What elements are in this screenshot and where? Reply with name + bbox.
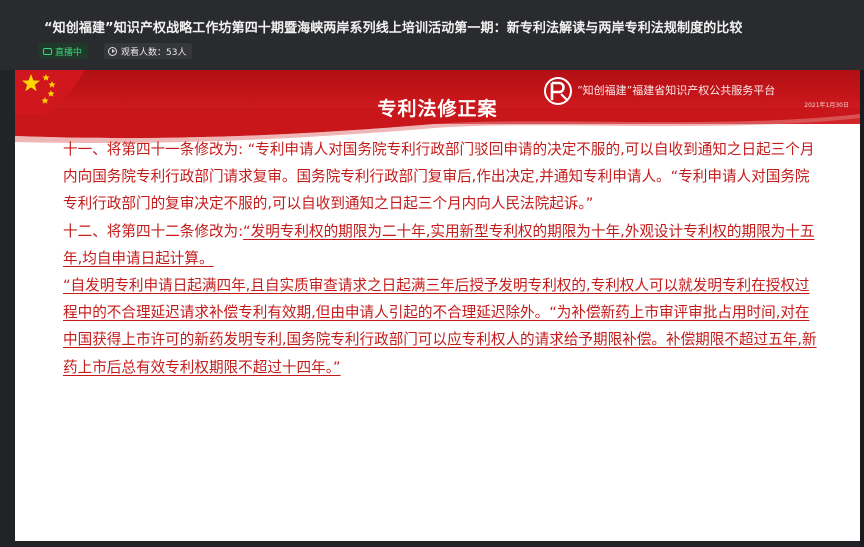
paragraph-article-42: 十二、将第四十二条修改为:“发明专利权的期限为二十年,实用新型专利权的期限为十年… bbox=[63, 218, 823, 272]
play-icon bbox=[108, 46, 117, 56]
paragraph-article-42-continued: “自发明专利申请日起满四年,且自实质审查请求之日起满三年后授予发明专利权的,专利… bbox=[63, 277, 817, 376]
viewer-count-badge: 观看人数：53人 bbox=[104, 43, 193, 59]
right-edge-strip bbox=[860, 70, 864, 547]
stream-header: “知创福建”知识产权战略工作坊第四十期暨海峡两岸系列线上培训活动第一期：新专利法… bbox=[0, 0, 864, 70]
presentation-slide: “知创福建”福建省知识产权公共服务平台 2021年1月30日 专利法修正案 十一… bbox=[15, 70, 860, 541]
slide-body: 十一、将第四十一条修改为: “专利申请人对国务院专利行政部门驳回申请的决定不服的… bbox=[63, 136, 823, 381]
slide-title: 专利法修正案 bbox=[377, 98, 498, 120]
viewer-count: 观看人数：53人 bbox=[121, 47, 187, 58]
article-42-prefix: 十二、将第四十二条修改为: bbox=[63, 222, 244, 240]
camera-icon bbox=[43, 47, 52, 55]
live-label: 直播中 bbox=[55, 47, 83, 58]
paragraph-article-41: 十一、将第四十一条修改为: “专利申请人对国务院专利行政部门驳回申请的决定不服的… bbox=[63, 141, 815, 213]
live-badge: 直播中 bbox=[38, 43, 89, 59]
stream-title: “知创福建”知识产权战略工作坊第四十期暨海峡两岸系列线上培训活动第一期：新专利法… bbox=[44, 21, 743, 36]
